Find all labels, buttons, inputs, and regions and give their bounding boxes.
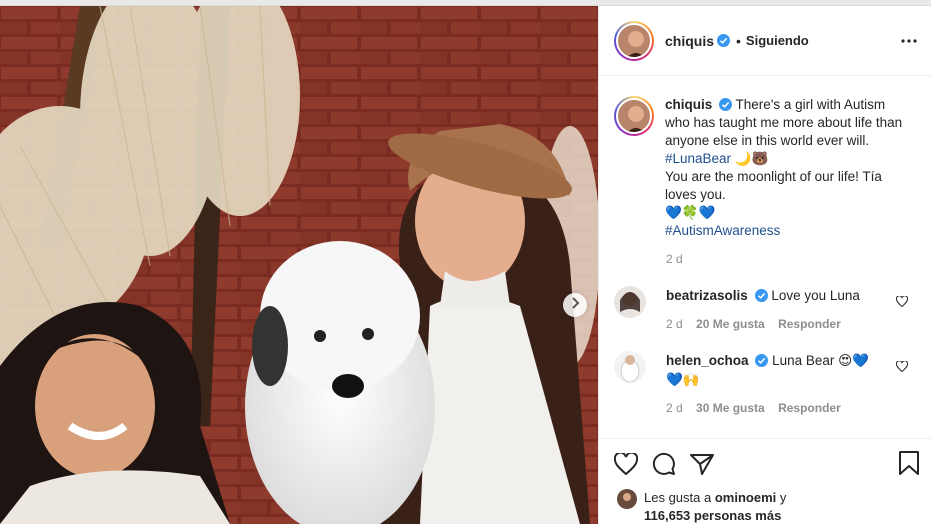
comment-likes-count[interactable]: 20 Me gusta bbox=[696, 317, 765, 331]
author-avatar[interactable] bbox=[614, 20, 654, 61]
likes-count[interactable]: 116,653 personas más bbox=[644, 508, 781, 523]
caption-line-2: You are the moonlight of our life! Tía l… bbox=[665, 169, 882, 202]
comment-icon[interactable] bbox=[652, 452, 676, 476]
post-header: chiquis • Siguiendo bbox=[599, 6, 931, 76]
more-options-icon[interactable] bbox=[901, 30, 917, 48]
comments-list[interactable]: chiquis There's a girl with Autism who h… bbox=[599, 76, 931, 441]
post-actions: Les gusta a ominoemi y 116,653 personas … bbox=[599, 438, 931, 524]
comment-meta: 2 d 20 Me gusta Responder bbox=[666, 317, 876, 331]
bookmark-icon[interactable] bbox=[898, 451, 920, 480]
comment-item: helen_ochoa Luna Bear 😍💙💙🙌 2 d 30 Me gus… bbox=[614, 351, 916, 415]
verified-badge-icon bbox=[755, 353, 769, 367]
heart-icon[interactable] bbox=[614, 453, 638, 475]
hashtag-autismawareness[interactable]: #AutismAwareness bbox=[665, 223, 780, 238]
separator-dot: • bbox=[736, 32, 741, 49]
caption-username[interactable]: chiquis bbox=[665, 97, 712, 112]
following-button[interactable]: Siguiendo bbox=[746, 33, 809, 48]
author-username[interactable]: chiquis bbox=[665, 33, 714, 49]
verified-badge-icon bbox=[717, 34, 731, 47]
commenter-username[interactable]: helen_ochoa bbox=[666, 353, 749, 368]
likes-connector: y bbox=[779, 490, 787, 505]
comment-timestamp[interactable]: 2 d bbox=[666, 401, 683, 415]
post-photo-illustration bbox=[0, 6, 598, 524]
caption-emoji-2: 💙🍀💙 bbox=[665, 205, 716, 220]
comment-meta: 2 d 30 Me gusta Responder bbox=[666, 401, 876, 415]
liker-username[interactable]: ominoemi bbox=[715, 490, 776, 505]
commenter-avatar[interactable] bbox=[614, 286, 646, 318]
commenter-avatar[interactable] bbox=[614, 351, 646, 383]
comment-text: helen_ochoa Luna Bear 😍💙💙🙌 bbox=[666, 351, 876, 389]
likes-summary: Les gusta a ominoemi y 116,653 personas … bbox=[599, 489, 931, 524]
comment-body: Love you Luna bbox=[771, 288, 860, 303]
caption-timestamp[interactable]: 2 d bbox=[666, 252, 916, 266]
comment-timestamp[interactable]: 2 d bbox=[666, 317, 683, 331]
action-icons-row bbox=[599, 439, 931, 489]
comment-likes-count[interactable]: 30 Me gusta bbox=[696, 401, 765, 415]
commenter-username[interactable]: beatrizasolis bbox=[666, 288, 748, 303]
share-icon[interactable] bbox=[690, 453, 714, 475]
comment-heart-icon[interactable] bbox=[895, 359, 909, 377]
caption-author-avatar[interactable] bbox=[614, 96, 654, 136]
comment-item: beatrizasolis Love you Luna 2 d 20 Me gu… bbox=[614, 286, 916, 331]
likes-prefix: Les gusta a bbox=[644, 490, 712, 505]
verified-badge-icon bbox=[754, 288, 768, 302]
hashtag-lunabear[interactable]: #LunaBear bbox=[665, 151, 731, 166]
caption-text: chiquis There's a girl with Autism who h… bbox=[665, 96, 910, 240]
next-photo-button[interactable] bbox=[563, 293, 587, 317]
reply-button[interactable]: Responder bbox=[778, 317, 841, 331]
caption: chiquis There's a girl with Autism who h… bbox=[614, 96, 916, 240]
comment-heart-icon[interactable] bbox=[895, 294, 909, 312]
comment-text: beatrizasolis Love you Luna bbox=[666, 286, 876, 305]
post-photo[interactable] bbox=[0, 6, 598, 524]
chevron-right-icon bbox=[570, 296, 580, 314]
post-side-panel: chiquis • Siguiendo chiquis There's a gi… bbox=[598, 6, 931, 524]
liker-avatar[interactable] bbox=[617, 489, 637, 509]
caption-emoji-1: 🌙🐻 bbox=[734, 151, 769, 166]
reply-button[interactable]: Responder bbox=[778, 401, 841, 415]
verified-badge-icon bbox=[719, 98, 733, 111]
